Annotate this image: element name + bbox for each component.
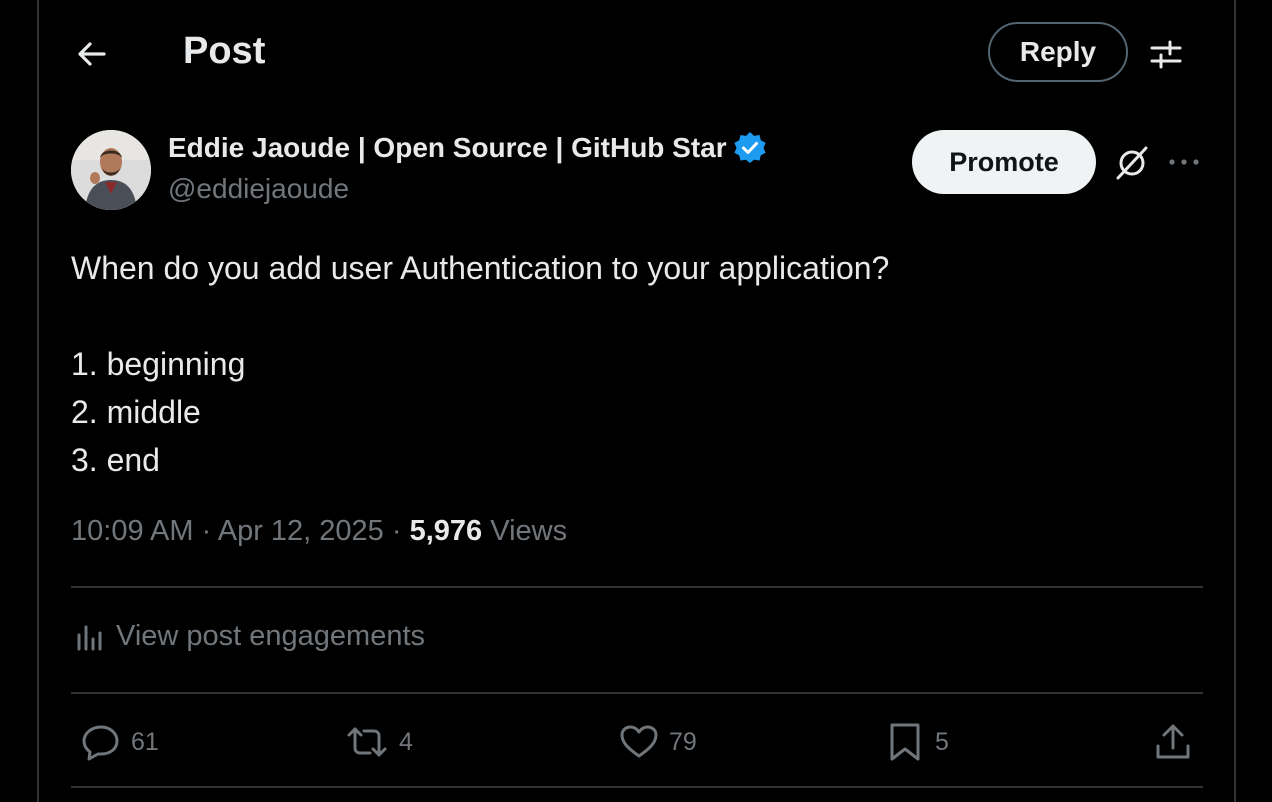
repost-action[interactable]: 4 bbox=[343, 712, 413, 772]
header: Post Reply bbox=[0, 0, 1272, 106]
analytics-icon bbox=[77, 625, 102, 650]
post-text: When do you add user Authentication to y… bbox=[71, 244, 889, 484]
bookmark-action[interactable]: 5 bbox=[883, 712, 949, 772]
views-label: Views bbox=[490, 515, 568, 547]
share-action[interactable] bbox=[1151, 712, 1203, 772]
post-time[interactable]: 10:09 AM bbox=[71, 515, 194, 547]
page-title: Post bbox=[183, 30, 266, 72]
promote-button[interactable]: Promote bbox=[912, 130, 1096, 194]
post-date[interactable]: Apr 12, 2025 bbox=[218, 515, 384, 547]
meta-separator: · bbox=[201, 515, 212, 547]
divider bbox=[71, 786, 1203, 788]
grok-icon bbox=[1116, 146, 1148, 180]
bookmark-count: 5 bbox=[935, 727, 949, 756]
reply-icon bbox=[82, 725, 119, 761]
arrow-left-icon bbox=[78, 42, 106, 66]
view-engagements-link[interactable]: View post engagements bbox=[74, 620, 425, 653]
column-border-right bbox=[1234, 0, 1236, 802]
bookmark-icon bbox=[890, 723, 920, 761]
repost-icon bbox=[347, 727, 387, 757]
back-button[interactable] bbox=[72, 34, 112, 74]
author-name[interactable]: Eddie Jaoude | Open Source | GitHub Star bbox=[168, 132, 727, 164]
like-action[interactable]: 79 bbox=[617, 712, 697, 772]
author-name-row[interactable]: Eddie Jaoude | Open Source | GitHub Star bbox=[168, 131, 767, 165]
avatar-image bbox=[71, 130, 151, 210]
divider bbox=[71, 586, 1203, 588]
more-dots-icon bbox=[1169, 159, 1199, 165]
sliders-icon bbox=[1150, 40, 1182, 69]
post-line: When do you add user Authentication to y… bbox=[71, 250, 890, 286]
author-handle[interactable]: @eddiejaoude bbox=[168, 173, 349, 205]
filter-button[interactable] bbox=[1146, 34, 1186, 74]
repost-count: 4 bbox=[399, 727, 413, 756]
more-options-button[interactable] bbox=[1166, 146, 1202, 178]
meta-separator: · bbox=[391, 515, 402, 547]
view-engagements-label: View post engagements bbox=[116, 620, 426, 652]
post-meta: 10:09 AM · Apr 12, 2025 · 5,976 Views bbox=[71, 515, 567, 548]
post-line: 1. beginning bbox=[71, 346, 246, 382]
post-line: 2. middle bbox=[71, 394, 201, 430]
heart-icon bbox=[620, 725, 658, 758]
reply-action[interactable]: 61 bbox=[79, 712, 159, 772]
share-icon bbox=[1156, 724, 1190, 759]
reply-count: 61 bbox=[131, 727, 159, 756]
grok-button[interactable] bbox=[1112, 142, 1152, 182]
divider bbox=[71, 692, 1203, 694]
views-count: 5,976 bbox=[409, 515, 483, 547]
post-actions: 61 4 79 5 bbox=[71, 712, 1203, 772]
post-line: 3. end bbox=[71, 442, 160, 478]
like-count: 79 bbox=[669, 727, 697, 756]
post-line bbox=[71, 292, 889, 340]
verified-badge-icon[interactable] bbox=[733, 131, 767, 165]
avatar[interactable] bbox=[71, 130, 151, 210]
reply-button[interactable]: Reply bbox=[988, 22, 1128, 82]
column-border-left bbox=[37, 0, 39, 802]
